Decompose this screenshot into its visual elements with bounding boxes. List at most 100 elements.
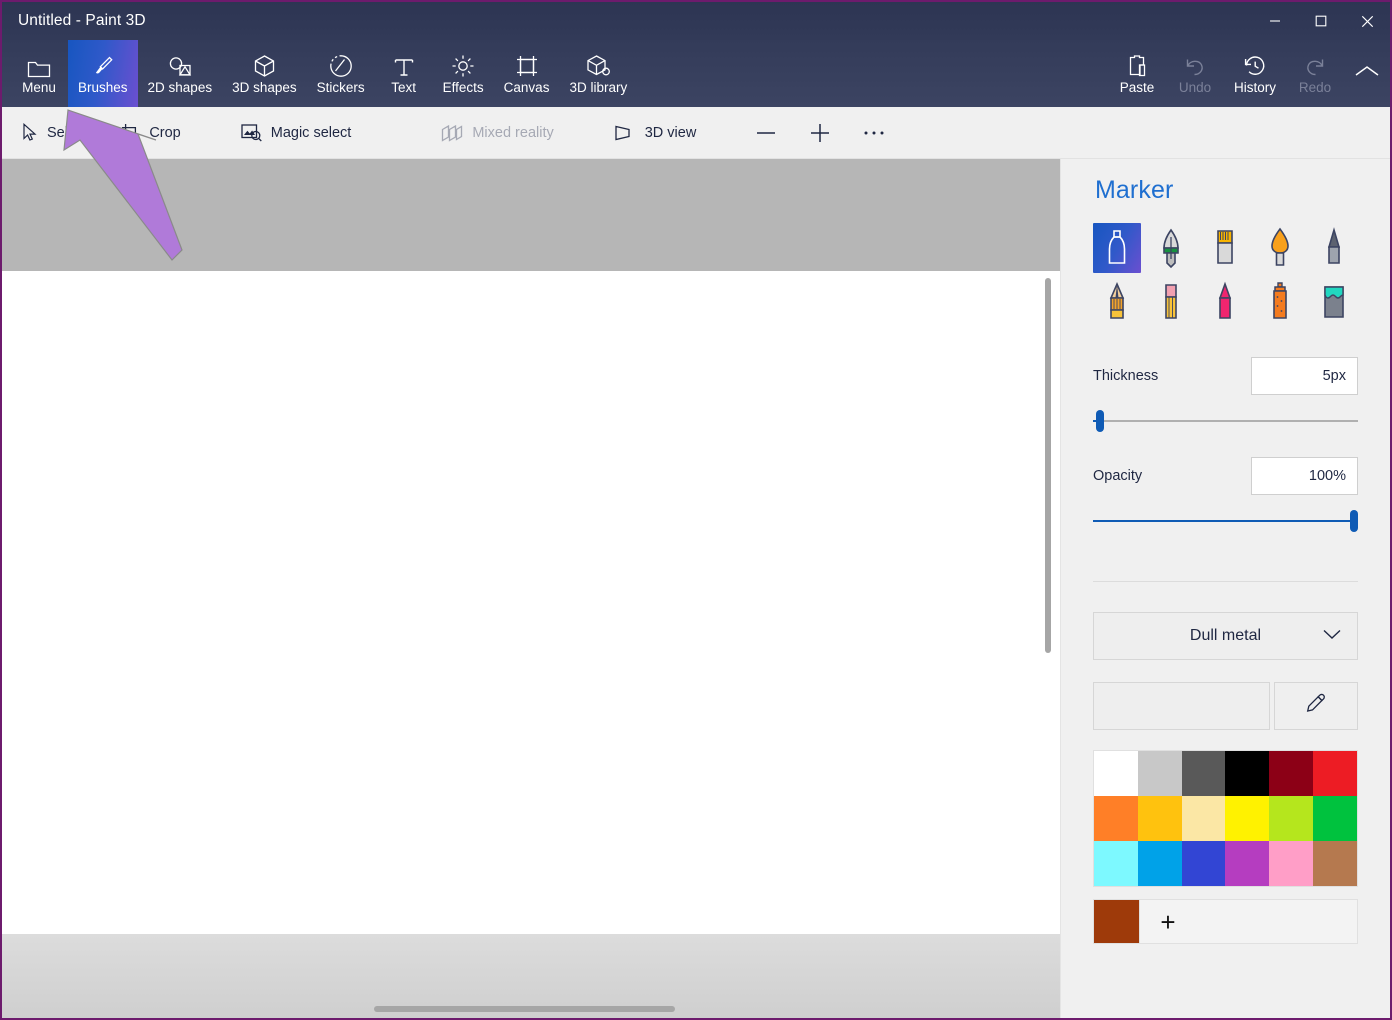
ribbon-item-undo[interactable]: Undo [1166, 40, 1224, 107]
color-swatch[interactable] [1181, 796, 1226, 841]
pencil-icon [1103, 281, 1131, 323]
zoom-out-button[interactable] [742, 117, 790, 149]
brush-fill[interactable] [1310, 277, 1358, 327]
material-dropdown[interactable]: Dull metal [1093, 612, 1358, 660]
color-swatch[interactable] [1313, 796, 1357, 841]
crop-tool-label: Crop [149, 124, 181, 141]
maximize-button[interactable] [1298, 2, 1344, 40]
ribbon-item-3d-library[interactable]: 3D library [559, 40, 637, 107]
sun-icon [451, 52, 475, 78]
undo-icon [1183, 52, 1207, 78]
3d-view-button[interactable]: 3D view [600, 118, 711, 148]
brush-crayon[interactable] [1201, 277, 1249, 327]
color-swatch[interactable] [1094, 796, 1138, 841]
close-button[interactable] [1344, 2, 1390, 40]
color-swatch[interactable] [1313, 841, 1357, 886]
ribbon-item-label: Menu [22, 80, 56, 96]
color-swatch[interactable] [1225, 841, 1270, 886]
ribbon-item-history[interactable]: History [1224, 40, 1286, 107]
opacity-slider[interactable] [1093, 507, 1358, 535]
custom-color-swatch[interactable] [1094, 900, 1140, 943]
brush-pixel-pen[interactable] [1310, 223, 1358, 273]
spray-can-icon [1266, 281, 1294, 323]
color-swatch[interactable] [1137, 841, 1182, 886]
chevron-up-icon [1354, 63, 1380, 84]
brush-pencil[interactable] [1093, 277, 1141, 327]
thickness-slider[interactable] [1093, 407, 1358, 435]
ribbon-item-label: Stickers [316, 80, 365, 96]
sticker-icon [329, 52, 353, 78]
ribbon-item-label: 3D library [569, 80, 628, 96]
crop-tool-button[interactable]: Crop [107, 117, 194, 148]
canvas-top-band [2, 159, 1060, 271]
ribbon-item-label: Effects [442, 80, 484, 96]
3d-view-label: 3D view [644, 124, 697, 141]
eraser-icon [1157, 281, 1185, 323]
custom-color-row: + [1093, 899, 1358, 944]
crayon-icon [1211, 281, 1239, 323]
select-tool-button[interactable]: Select [8, 117, 101, 148]
collapse-ribbon-button[interactable] [1344, 40, 1390, 107]
add-color-button[interactable]: + [1140, 900, 1196, 943]
ribbon-item-paste[interactable]: Paste [1108, 40, 1166, 107]
zoom-in-button[interactable] [796, 116, 844, 150]
opacity-value[interactable]: 100% [1251, 457, 1358, 495]
color-swatch[interactable] [1225, 751, 1270, 796]
ribbon-item-label: Brushes [78, 80, 128, 96]
color-swatch[interactable] [1094, 751, 1138, 796]
color-swatch[interactable] [1269, 841, 1314, 886]
eyedropper-button[interactable] [1274, 682, 1358, 730]
current-color-swatch[interactable] [1093, 682, 1270, 730]
color-swatch-row [1093, 682, 1358, 730]
folder-icon [27, 52, 51, 78]
opacity-fill [1093, 520, 1358, 522]
magic-select-icon [241, 123, 262, 142]
color-swatch[interactable] [1137, 796, 1182, 841]
opacity-thumb[interactable] [1350, 510, 1358, 532]
color-swatch[interactable] [1137, 751, 1182, 796]
thickness-row: Thickness 5px [1093, 357, 1358, 395]
canvas-stage[interactable] [2, 159, 1060, 1018]
color-swatch[interactable] [1269, 796, 1314, 841]
thickness-track [1093, 420, 1358, 422]
color-swatch[interactable] [1181, 751, 1226, 796]
thickness-thumb[interactable] [1095, 410, 1104, 432]
oil-brush-icon [1211, 227, 1239, 269]
color-swatch[interactable] [1269, 751, 1314, 796]
ribbon-item-canvas[interactable]: Canvas [494, 40, 560, 107]
ribbon-item-brushes[interactable]: Brushes [68, 40, 138, 107]
cursor-icon [22, 123, 38, 142]
brush-watercolor[interactable] [1256, 223, 1304, 273]
title-bar: Untitled - Paint 3D [2, 2, 1390, 40]
eyedropper-icon [1304, 692, 1328, 721]
vertical-scrollbar[interactable] [1045, 278, 1051, 653]
panel-divider [1093, 581, 1358, 582]
thickness-value[interactable]: 5px [1251, 357, 1358, 395]
ribbon-item-menu[interactable]: Menu [10, 40, 68, 107]
ribbon-item-text[interactable]: Text [375, 40, 433, 107]
more-options-button[interactable] [850, 123, 898, 143]
brush-oil-brush[interactable] [1201, 223, 1249, 273]
color-swatch[interactable] [1181, 841, 1226, 886]
ribbon-item-label: Text [391, 80, 417, 96]
ribbon-item-3d-shapes[interactable]: 3D shapes [222, 40, 307, 107]
color-swatch[interactable] [1313, 751, 1357, 796]
brush-marker[interactable] [1093, 223, 1142, 273]
color-swatch[interactable] [1094, 841, 1138, 886]
mixed-reality-button[interactable]: Mixed reality [427, 118, 567, 148]
brush-spray-can[interactable] [1256, 277, 1304, 327]
ribbon-item-2d-shapes[interactable]: 2D shapes [138, 40, 223, 107]
mixed-reality-label: Mixed reality [472, 124, 554, 141]
minus-icon [754, 123, 778, 143]
ribbon-item-redo[interactable]: Redo [1286, 40, 1344, 107]
magic-select-button[interactable]: Magic select [227, 117, 366, 148]
brush-calligraphy-pen[interactable] [1147, 223, 1195, 273]
color-swatch[interactable] [1225, 796, 1270, 841]
history-icon [1243, 52, 1267, 78]
ribbon-spacer [637, 40, 1108, 107]
horizontal-scrollbar[interactable] [374, 1006, 675, 1012]
brush-eraser[interactable] [1147, 277, 1195, 327]
ribbon-item-stickers[interactable]: Stickers [307, 40, 375, 107]
minimize-button[interactable] [1252, 2, 1298, 40]
ribbon-item-effects[interactable]: Effects [433, 40, 494, 107]
